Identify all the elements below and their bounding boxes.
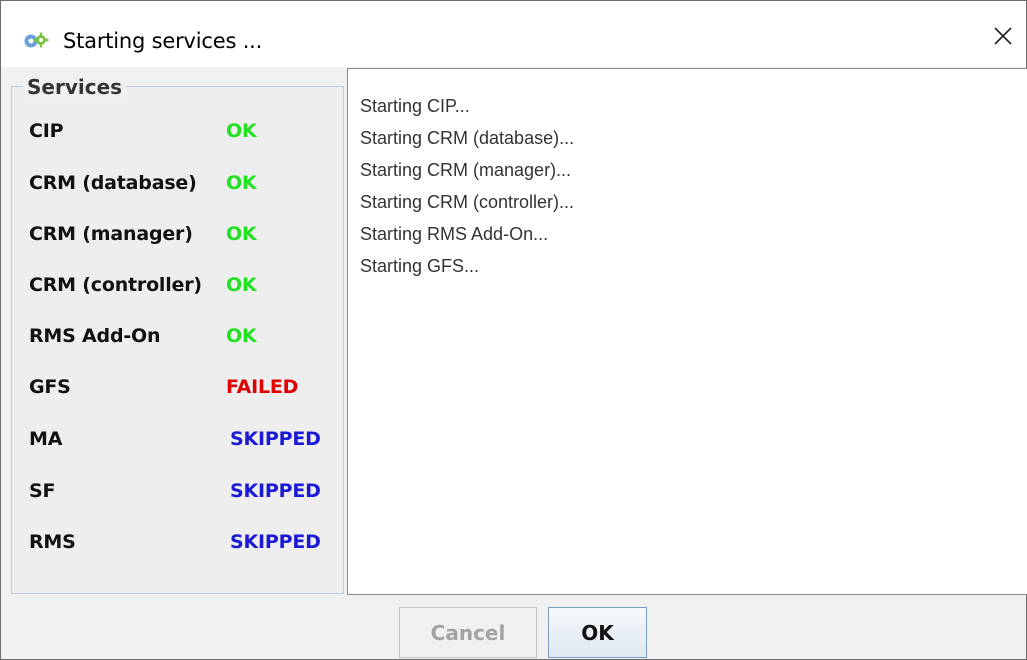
log-output-panel[interactable]: Starting CIP... Starting CRM (database)..…: [347, 68, 1027, 595]
service-row: RMS Add-On OK: [29, 325, 339, 351]
service-status: OK: [226, 223, 257, 245]
close-icon: [993, 26, 1013, 51]
service-name: RMS: [29, 531, 76, 553]
log-line: Starting CRM (manager)...: [360, 160, 572, 180]
app-gear-icon: [23, 31, 49, 51]
services-legend: Services: [23, 75, 127, 99]
log-line: Starting RMS Add-On...: [360, 224, 549, 244]
log-lines: Starting CIP... Starting CRM (database)..…: [360, 90, 574, 282]
service-name: CRM (database): [29, 172, 197, 194]
service-name: MA: [29, 428, 63, 450]
title-bar: Starting services ...: [1, 1, 1026, 67]
service-status: OK: [226, 325, 257, 347]
service-name: GFS: [29, 376, 71, 398]
service-row: MA SKIPPED: [29, 428, 339, 454]
close-button[interactable]: [980, 13, 1026, 63]
service-name: SF: [29, 480, 56, 502]
service-row: RMS SKIPPED: [29, 531, 339, 557]
service-name: CRM (manager): [29, 223, 193, 245]
log-line: Starting CIP...: [360, 96, 470, 116]
service-status: SKIPPED: [230, 428, 321, 450]
starting-services-dialog: Starting services ... Services CIP OK CRM …: [0, 0, 1027, 660]
service-name: CRM (controller): [29, 274, 202, 296]
service-status: OK: [226, 274, 257, 296]
service-row: CRM (controller) OK: [29, 274, 339, 300]
service-name: RMS Add-On: [29, 325, 161, 347]
service-name: CIP: [29, 120, 64, 142]
log-line: Starting GFS...: [360, 256, 480, 276]
service-row: CRM (database) OK: [29, 172, 339, 198]
service-status: OK: [226, 172, 257, 194]
service-row: SF SKIPPED: [29, 480, 339, 506]
ok-button[interactable]: OK: [548, 607, 647, 658]
cancel-button[interactable]: Cancel: [399, 607, 537, 658]
service-row: CRM (manager) OK: [29, 223, 339, 249]
log-line: Starting CRM (database)...: [360, 128, 575, 148]
window-title: Starting services ...: [63, 29, 263, 53]
service-row: GFS FAILED: [29, 376, 339, 402]
log-line: Starting CRM (controller)...: [360, 192, 575, 212]
service-row: CIP OK: [29, 120, 339, 146]
service-status: FAILED: [226, 376, 299, 398]
service-status: SKIPPED: [230, 480, 321, 502]
service-status: OK: [226, 120, 257, 142]
service-status: SKIPPED: [230, 531, 321, 553]
